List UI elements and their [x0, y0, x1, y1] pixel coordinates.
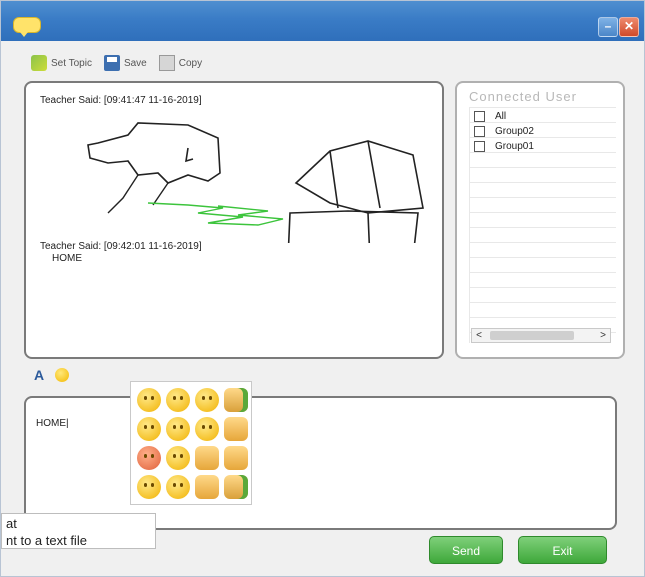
user-item-label: All	[495, 111, 507, 122]
hand-icon[interactable]	[224, 417, 248, 441]
save-label: Save	[123, 57, 147, 69]
floppy-disk-icon	[103, 55, 120, 71]
smile-icon[interactable]	[137, 388, 161, 412]
close-button[interactable]: ✕	[619, 17, 639, 37]
message-input[interactable]: HOME|	[24, 396, 617, 530]
exit-button[interactable]: Exit	[518, 536, 607, 564]
scroll-thumb[interactable]	[490, 331, 574, 340]
toolbar: Set Topic Save Copy	[31, 51, 202, 75]
user-item-group02[interactable]: Group02	[474, 126, 534, 137]
thumbs-up-icon[interactable]	[224, 388, 248, 412]
connected-user-header: Connected User	[469, 89, 577, 104]
horizontal-scrollbar[interactable]: < >	[471, 328, 611, 343]
peace-hand-icon[interactable]	[195, 446, 219, 470]
tooltip: at nt to a text file	[1, 513, 156, 549]
victory-hand-icon[interactable]	[224, 446, 248, 470]
fist-icon[interactable]	[195, 475, 219, 499]
scroll-left-button[interactable]: <	[472, 329, 486, 342]
message-header: Teacher Said: [09:41:47 11-16-2019]	[40, 95, 202, 106]
angry-icon[interactable]	[137, 446, 161, 470]
shocked-icon[interactable]	[166, 446, 190, 470]
checkbox[interactable]	[474, 126, 485, 137]
tooltip-line-1: at	[6, 516, 17, 531]
chat-bubble-icon	[13, 17, 41, 37]
checkbox[interactable]	[474, 111, 485, 122]
emoji-picker	[130, 381, 252, 505]
sad-icon[interactable]	[166, 475, 190, 499]
set-topic-icon	[31, 55, 47, 71]
kiss-icon[interactable]	[166, 417, 190, 441]
save-button[interactable]: Save	[103, 55, 147, 71]
grin-icon[interactable]	[166, 388, 190, 412]
sunglasses-icon[interactable]	[137, 475, 161, 499]
whiteboard-drawing	[87, 122, 424, 243]
chat-history-panel[interactable]: Teacher Said: [09:41:47 11-16-2019] Teac…	[24, 81, 444, 359]
thumbs-down-icon[interactable]	[224, 475, 248, 499]
message-input-text: HOME|	[36, 418, 69, 429]
set-topic-label: Set Topic	[51, 57, 92, 69]
user-item-label: Group02	[495, 126, 534, 137]
message-header: Teacher Said: [09:42:01 11-16-2019]	[40, 241, 202, 252]
send-button[interactable]: Send	[429, 536, 503, 564]
wink-icon[interactable]	[195, 417, 219, 441]
copy-button[interactable]: Copy	[158, 55, 203, 71]
chat-window: – ✕ Set Topic Save Copy Teacher Said: [0…	[0, 0, 645, 577]
user-item-label: Group01	[495, 141, 534, 152]
user-item-group01[interactable]: Group01	[474, 141, 534, 152]
scroll-right-button[interactable]: >	[596, 329, 610, 342]
checkbox[interactable]	[474, 141, 485, 152]
connected-user-panel: Connected User All Group02 Group01 < >	[455, 81, 625, 359]
copy-label: Copy	[178, 57, 203, 69]
minimize-button[interactable]: –	[598, 17, 618, 37]
title-bar[interactable]: – ✕	[1, 1, 644, 41]
cool-icon[interactable]	[137, 417, 161, 441]
tooltip-line-2: nt to a text file	[6, 533, 87, 548]
set-topic-button[interactable]: Set Topic	[31, 55, 92, 71]
laugh-icon[interactable]	[195, 388, 219, 412]
copy-icon	[158, 55, 175, 71]
message-text: HOME	[52, 253, 82, 264]
emoji-smiley-icon[interactable]	[55, 368, 69, 382]
text-format-button[interactable]: A	[34, 367, 44, 383]
user-item-all[interactable]: All	[474, 111, 506, 122]
